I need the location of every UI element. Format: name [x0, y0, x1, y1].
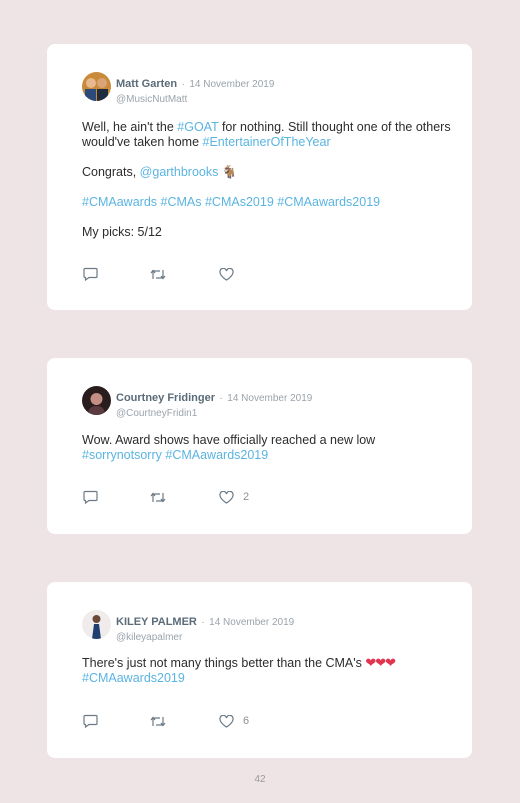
heart-emoji: ❤❤❤: [365, 655, 396, 670]
text-segment: There's just not many things better than…: [82, 656, 366, 670]
tweet-actions: [83, 266, 383, 282]
hashtag-link[interactable]: #CMAawards2019: [165, 448, 268, 462]
avatar[interactable]: [82, 610, 111, 639]
hashtag-link[interactable]: #CMAawards2019: [82, 671, 185, 685]
tweet-card: KILEY PALMER · 14 November 2019 @kileyap…: [47, 582, 472, 758]
reply-button[interactable]: [83, 266, 98, 282]
hashtag-link[interactable]: #CMAs2019: [205, 195, 274, 209]
heart-icon: [219, 490, 234, 504]
reply-icon: [83, 490, 98, 504]
page-number: 42: [254, 774, 266, 785]
tweet-actions: 2: [83, 489, 383, 505]
tweet-text: Well, he ain't the #GOAT for nothing. St…: [82, 120, 452, 240]
tweet-date[interactable]: 14 November 2019: [227, 393, 312, 404]
hashtag-link[interactable]: #CMAawards: [82, 195, 157, 209]
separator: ·: [181, 79, 185, 90]
retweet-button[interactable]: [150, 713, 166, 729]
retweet-button[interactable]: [150, 489, 166, 505]
hashtag-link[interactable]: #GOAT: [177, 120, 218, 134]
tweet-text: There's just not many things better than…: [82, 655, 452, 686]
tweet-card: Matt Garten · 14 November 2019 @MusicNut…: [47, 44, 472, 310]
hashtag-link[interactable]: #CMAawards2019: [277, 195, 380, 209]
author-handle[interactable]: @MusicNutMatt: [116, 94, 274, 105]
like-button[interactable]: 2: [219, 489, 249, 505]
reply-button[interactable]: [83, 713, 98, 729]
text-segment: Well, he ain't the: [82, 120, 178, 134]
reply-button[interactable]: [83, 489, 98, 505]
hashtag-link[interactable]: #sorrynotsorry: [82, 448, 162, 462]
retweet-icon: [150, 492, 166, 502]
like-count: 2: [243, 491, 250, 503]
like-button[interactable]: [219, 266, 243, 282]
author-handle[interactable]: @kileyapalmer: [116, 632, 294, 643]
hashtag-link[interactable]: #EntertainerOfTheYear: [203, 135, 331, 149]
goat-emoji: 🐐: [221, 165, 238, 179]
tweet-actions: 6: [83, 713, 383, 729]
reply-icon: [83, 267, 98, 281]
retweet-button[interactable]: [150, 266, 166, 282]
reply-icon: [83, 714, 98, 728]
avatar[interactable]: [82, 72, 111, 101]
avatar[interactable]: [82, 386, 111, 415]
heart-icon: [219, 267, 234, 281]
hashtag-link[interactable]: #CMAs: [161, 195, 202, 209]
like-count: 6: [243, 715, 250, 727]
heart-icon: [219, 714, 234, 728]
text-segment: Congrats,: [82, 165, 140, 179]
tweet-text: Wow. Award shows have officially reached…: [82, 433, 452, 463]
separator: ·: [201, 617, 205, 628]
tweet-date[interactable]: 14 November 2019: [209, 617, 294, 628]
tweet-date[interactable]: 14 November 2019: [189, 79, 274, 90]
mention-link[interactable]: @garthbrooks: [140, 165, 219, 179]
tweet-card: Courtney Fridinger · 14 November 2019 @C…: [47, 358, 472, 534]
retweet-icon: [150, 269, 166, 279]
separator: ·: [219, 393, 223, 404]
author-name[interactable]: Matt Garten: [116, 78, 177, 90]
author-handle[interactable]: @CourtneyFridin1: [116, 408, 312, 419]
text-segment: Wow. Award shows have officially reached…: [82, 433, 376, 447]
text-segment: My picks: 5/12: [82, 225, 162, 239]
retweet-icon: [150, 716, 166, 726]
like-button[interactable]: 6: [219, 713, 249, 729]
author-name[interactable]: Courtney Fridinger: [116, 392, 215, 404]
author-name[interactable]: KILEY PALMER: [116, 616, 197, 628]
